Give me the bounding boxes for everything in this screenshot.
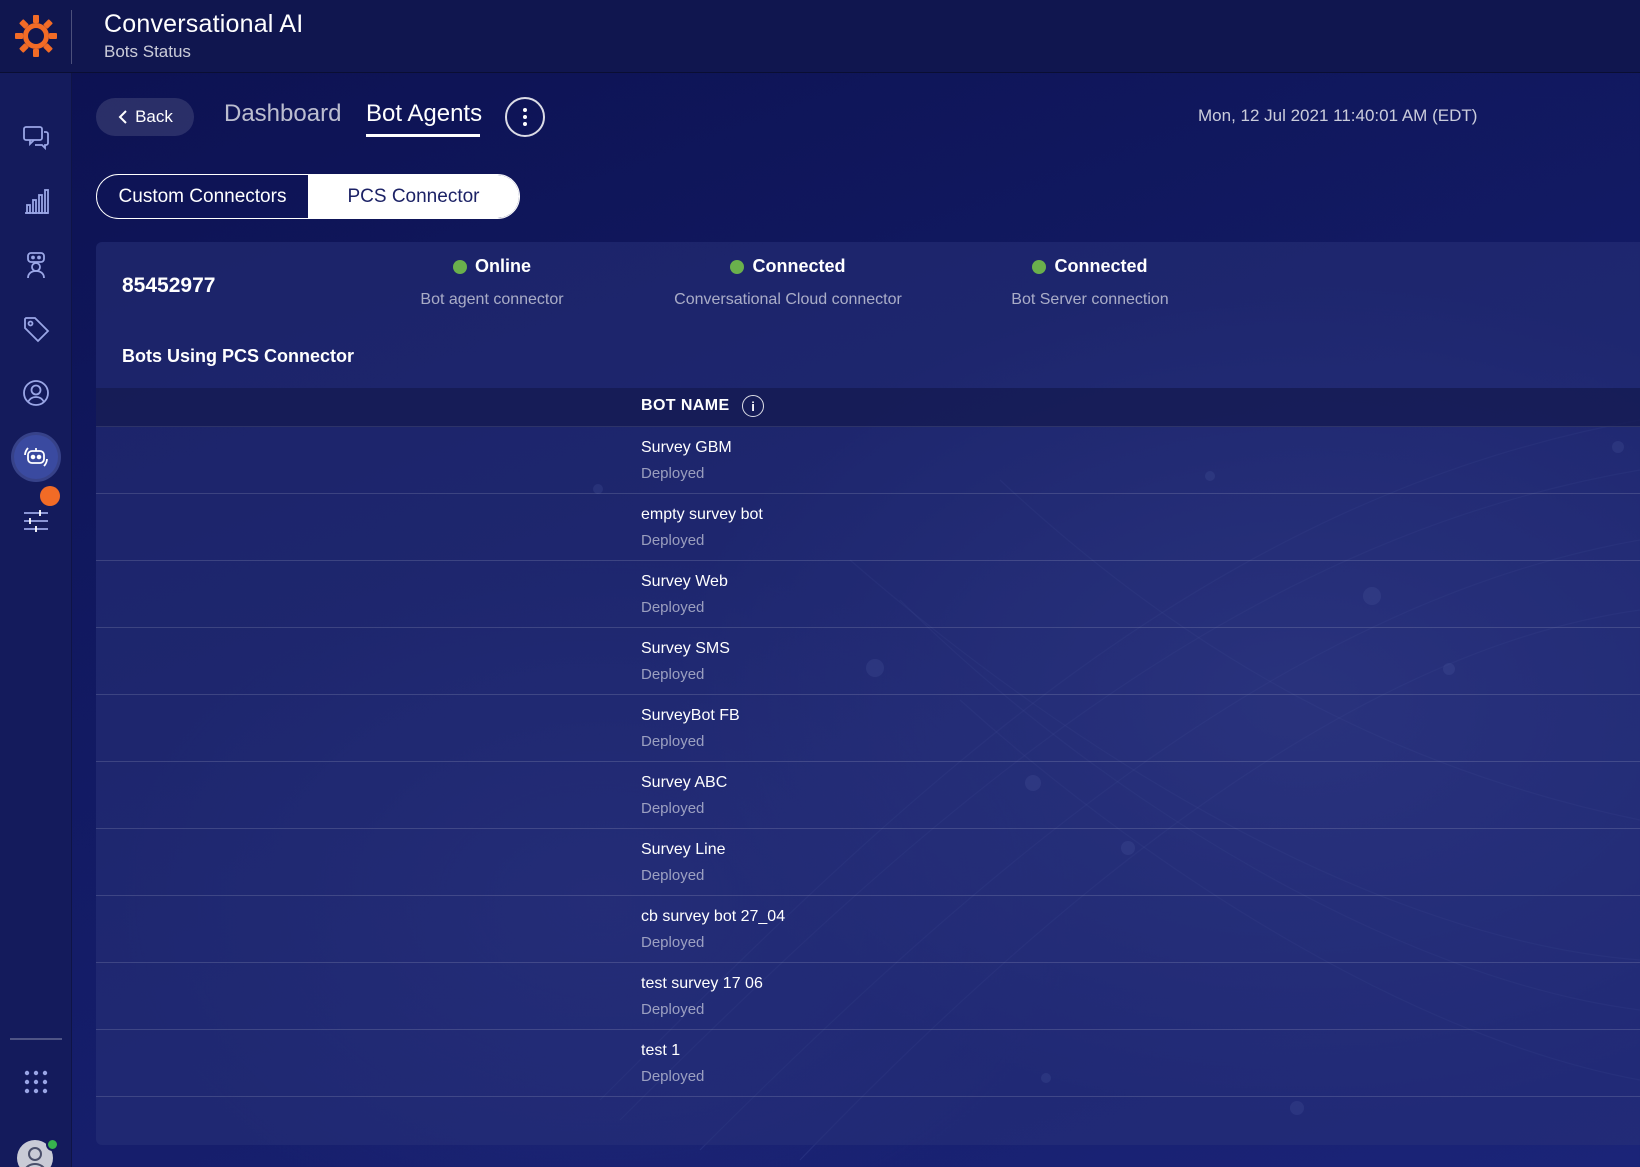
bot-name: SurveyBot FB xyxy=(641,707,740,724)
more-options-button[interactable] xyxy=(505,97,545,137)
column-header-bot-name[interactable]: BOT NAME xyxy=(641,397,730,415)
bot-name: Survey Line xyxy=(641,841,726,858)
tab-dashboard[interactable]: Dashboard xyxy=(224,100,341,128)
bot-status: Deployed xyxy=(641,465,705,482)
active-tab-indicator xyxy=(366,134,480,137)
sidebar-item-bots[interactable] xyxy=(14,435,58,479)
sidebar-item-conversations[interactable] xyxy=(14,115,58,159)
status-conversational-cloud-connector: Connected Conversational Cloud connector xyxy=(648,256,928,309)
user-icon xyxy=(23,380,49,406)
status-state: Connected xyxy=(1054,256,1148,276)
custom-connectors-option[interactable]: Custom Connectors xyxy=(97,175,308,218)
status-label: Bot agent connector xyxy=(420,291,564,308)
current-timestamp: Mon, 12 Jul 2021 11:40:01 AM (EDT) xyxy=(1198,106,1478,125)
bot-status: Deployed xyxy=(641,532,705,549)
sidebar-item-agents[interactable] xyxy=(14,243,58,287)
sidebar-separator xyxy=(10,1038,62,1040)
tab-bot-agents[interactable]: Bot Agents xyxy=(366,100,482,128)
bot-name: Survey SMS xyxy=(641,640,730,657)
apps-grid-icon xyxy=(24,1070,48,1094)
bot-name: test survey 17 06 xyxy=(641,975,763,992)
tag-icon xyxy=(24,317,50,343)
table-header xyxy=(96,388,1640,427)
chevron-left-icon xyxy=(118,110,127,124)
sidebar-item-analytics[interactable] xyxy=(14,179,58,223)
section-title: Bots Using PCS Connector xyxy=(122,346,355,366)
bot-name: empty survey bot xyxy=(641,506,763,523)
top-bar: Conversational AI Bots Status xyxy=(0,0,1640,73)
header-divider xyxy=(71,10,72,64)
online-status-badge xyxy=(46,1138,59,1151)
sidebar-apps-launcher[interactable] xyxy=(14,1060,58,1104)
table-row[interactable]: test survey 17 06 Deployed xyxy=(96,963,1640,1030)
bot-name: test 1 xyxy=(641,1042,681,1059)
connector-type-toggle: Custom Connectors PCS Connector xyxy=(96,174,520,219)
notification-badge xyxy=(40,486,60,506)
bot-name: Survey Web xyxy=(641,573,728,590)
table-row[interactable]: Survey Web Deployed xyxy=(96,561,1640,628)
bot-status: Deployed xyxy=(641,599,705,616)
bot-status: Deployed xyxy=(641,733,705,750)
analytics-icon xyxy=(25,189,49,214)
status-indicator-dot xyxy=(730,259,745,274)
status-state: Connected xyxy=(752,256,846,276)
settings-sliders-icon xyxy=(24,510,48,532)
bot-name: Survey GBM xyxy=(641,439,732,456)
app-title: Conversational AI xyxy=(104,10,304,38)
sidebar-item-users[interactable] xyxy=(14,371,58,415)
pcs-connector-option[interactable]: PCS Connector xyxy=(308,175,519,218)
bot-status: Deployed xyxy=(641,867,705,884)
bot-status: Deployed xyxy=(641,1001,705,1018)
table-row[interactable]: Survey GBM Deployed xyxy=(96,427,1640,494)
bot-icon xyxy=(24,447,48,467)
bot-status: Deployed xyxy=(641,800,705,817)
agent-icon xyxy=(27,252,45,279)
table-row[interactable]: Survey Line Deployed xyxy=(96,829,1640,896)
back-button[interactable]: Back xyxy=(96,98,194,136)
sidebar-item-tags[interactable] xyxy=(14,307,58,351)
status-bot-server-connection: Connected Bot Server connection xyxy=(980,256,1200,309)
info-icon[interactable]: i xyxy=(742,395,764,417)
status-indicator-dot xyxy=(452,259,467,274)
bots-table-body: Survey GBM Deployed empty survey bot Dep… xyxy=(96,427,1640,1097)
status-label: Conversational Cloud connector xyxy=(674,291,902,308)
table-row[interactable]: Survey ABC Deployed xyxy=(96,762,1640,829)
bot-name: cb survey bot 27_04 xyxy=(641,908,786,925)
table-row[interactable]: Survey SMS Deployed xyxy=(96,628,1640,695)
bot-status: Deployed xyxy=(641,1068,705,1085)
bot-status: Deployed xyxy=(641,934,705,951)
bot-name: Survey ABC xyxy=(641,774,728,791)
status-bot-agent-connector: Online Bot agent connector xyxy=(392,256,592,309)
back-button-label: Back xyxy=(135,107,173,126)
chat-icon xyxy=(23,126,49,151)
status-state: Online xyxy=(474,256,531,276)
app-subtitle: Bots Status xyxy=(104,42,191,61)
bot-status: Deployed xyxy=(641,666,705,683)
table-row[interactable]: SurveyBot FB Deployed xyxy=(96,695,1640,762)
agent-id: 85452977 xyxy=(122,274,216,297)
status-indicator-dot xyxy=(1032,259,1047,274)
status-label: Bot Server connection xyxy=(1011,291,1169,308)
table-row[interactable]: empty survey bot Deployed xyxy=(96,494,1640,561)
table-row[interactable]: test 1 Deployed xyxy=(96,1030,1640,1097)
brand-logo-icon xyxy=(15,15,57,57)
sidebar xyxy=(0,73,72,1167)
table-row[interactable]: cb survey bot 27_04 Deployed xyxy=(96,896,1640,963)
more-vertical-icon xyxy=(523,108,527,126)
